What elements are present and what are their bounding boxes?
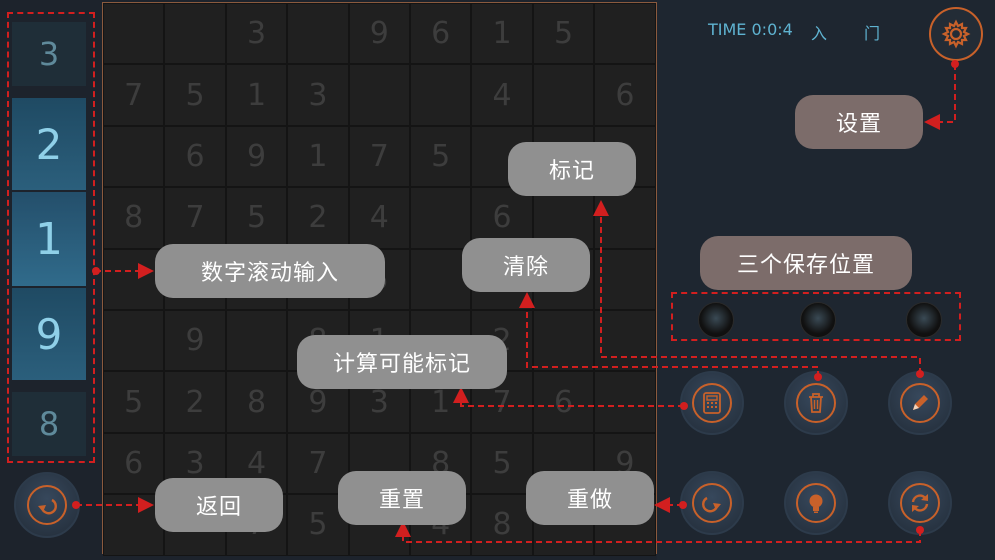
undo-arrow-icon: [38, 498, 57, 515]
board-cell[interactable]: [532, 310, 595, 372]
board-cell[interactable]: 1: [225, 64, 288, 126]
board-cell[interactable]: 1: [471, 3, 533, 65]
board-cell[interactable]: 3: [287, 64, 349, 126]
scroll-highlight-box: [7, 12, 95, 463]
board-cell[interactable]: [594, 187, 656, 249]
save-slots-highlight-box: [671, 292, 961, 341]
reset-button[interactable]: [888, 471, 952, 535]
board-cell[interactable]: [594, 3, 656, 65]
board-cell[interactable]: 5: [164, 64, 226, 126]
board-cell[interactable]: 6: [103, 432, 165, 495]
gear-icon: [941, 19, 971, 49]
board-cell[interactable]: [225, 310, 288, 372]
board-cell[interactable]: [103, 125, 165, 188]
board-cell[interactable]: 6: [532, 371, 595, 433]
callout-back: 返回: [155, 478, 283, 532]
board-cell[interactable]: [594, 248, 656, 310]
callout-settings: 设置: [795, 95, 923, 149]
board-cell[interactable]: [164, 3, 226, 65]
board-cell[interactable]: 6: [164, 125, 226, 188]
board-cell[interactable]: 5: [103, 371, 165, 433]
board-cell[interactable]: 4: [471, 64, 533, 126]
calculate-marks-button[interactable]: [680, 371, 744, 435]
board-cell[interactable]: [103, 310, 165, 372]
board-cell[interactable]: [410, 187, 472, 249]
board-cell[interactable]: 9: [225, 125, 288, 188]
lightbulb-icon: [809, 494, 823, 513]
settings-button[interactable]: [929, 7, 983, 61]
board-cell[interactable]: [410, 64, 472, 126]
board-cell[interactable]: [348, 64, 410, 126]
callout-scroll-input: 数字滚动输入: [155, 244, 385, 298]
game-screen: 3 2 1 9 8 396157513466917528752465798125…: [0, 0, 995, 560]
trash-icon: [809, 393, 823, 413]
callout-calc-marks: 计算可能标记: [297, 335, 507, 389]
callout-redo: 重做: [526, 471, 654, 525]
board-cell[interactable]: 3: [225, 3, 288, 65]
board-cell[interactable]: 6: [594, 64, 656, 126]
refresh-icon: [911, 494, 929, 512]
redo-arrow-icon: [702, 496, 721, 513]
callout-reset: 重置: [338, 471, 466, 525]
board-cell[interactable]: [103, 3, 165, 65]
board-cell[interactable]: [594, 371, 656, 433]
clear-button[interactable]: [784, 371, 848, 435]
board-cell[interactable]: 1: [287, 125, 349, 188]
back-button[interactable]: [14, 472, 80, 538]
difficulty-label-1: 入: [811, 24, 828, 43]
board-cell[interactable]: 8: [103, 187, 165, 249]
callout-mark: 标记: [508, 142, 636, 196]
board-cell[interactable]: 9: [164, 310, 226, 372]
board-cell[interactable]: 8: [225, 371, 288, 433]
board-cell[interactable]: 7: [103, 64, 165, 126]
board-cell[interactable]: 6: [410, 3, 472, 65]
board-cell[interactable]: 5: [225, 187, 288, 249]
board-cell[interactable]: 7: [164, 187, 226, 249]
timer-label: TIME 0:0:4: [708, 20, 793, 39]
callout-clear: 清除: [462, 238, 590, 292]
board-cell[interactable]: 5: [471, 432, 533, 495]
callout-three-saves: 三个保存位置: [700, 236, 912, 290]
hint-button[interactable]: [784, 471, 848, 535]
board-cell[interactable]: [287, 3, 349, 65]
redo-button[interactable]: [680, 471, 744, 535]
calculator-icon: [703, 392, 721, 414]
mark-button[interactable]: [888, 371, 952, 435]
board-cell[interactable]: 5: [410, 125, 472, 188]
board-cell[interactable]: 5: [532, 3, 595, 65]
board-cell[interactable]: 4: [348, 187, 410, 249]
board-cell[interactable]: 2: [164, 371, 226, 433]
board-cell[interactable]: 9: [348, 3, 410, 65]
board-cell[interactable]: 7: [348, 125, 410, 188]
board-cell[interactable]: 8: [471, 494, 533, 556]
board-cell[interactable]: [594, 310, 656, 372]
board-cell[interactable]: 2: [287, 187, 349, 249]
difficulty-label-2: 门: [864, 24, 881, 43]
board-cell[interactable]: [532, 64, 595, 126]
pencil-icon: [913, 395, 928, 410]
